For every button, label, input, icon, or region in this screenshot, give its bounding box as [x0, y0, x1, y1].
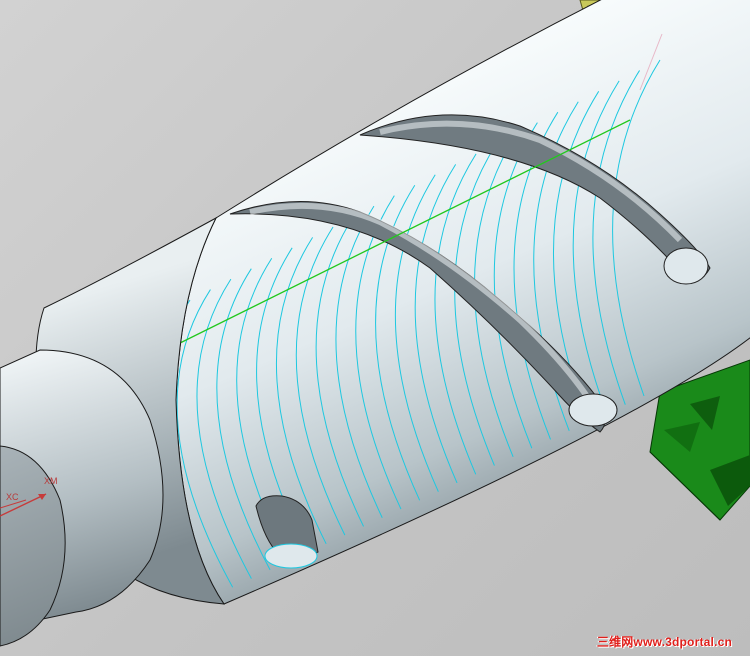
xm-label: XM: [44, 476, 58, 486]
cad-scene[interactable]: XM XC: [0, 0, 750, 656]
graphics-viewport[interactable]: XM XC 三维网www.3dportal.cn: [0, 0, 750, 656]
xc-label: XC: [6, 492, 19, 502]
watermark-text: 三维网www.3dportal.cn: [596, 635, 732, 649]
